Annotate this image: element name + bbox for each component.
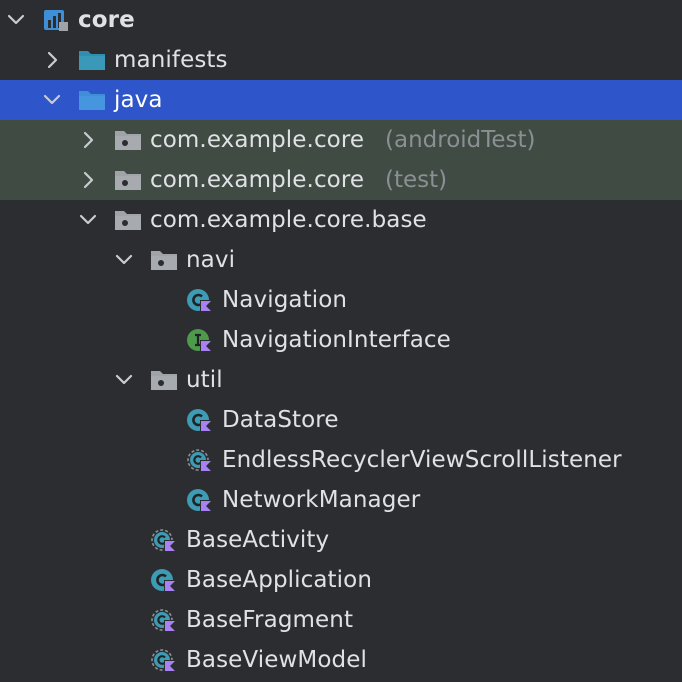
tree-node-package-android-test[interactable]: com.example.core (androidTest) [0,120,682,160]
package-icon [150,368,178,392]
tree-node-label: com.example.core.base [150,207,427,233]
source-set-suffix: (test) [385,167,448,193]
kotlin-class-icon [186,488,214,512]
tree-node-label: com.example.core [150,167,365,193]
folder-icon [78,48,106,72]
tree-node-base-application[interactable]: BaseApplication [0,560,682,600]
kotlin-abstract-class-icon [150,608,178,632]
chevron-right-icon[interactable] [42,50,62,70]
tree-node-label: BaseFragment [186,607,354,633]
tree-node-label: NetworkManager [222,487,421,513]
tree-node-navigation-interface[interactable]: NavigationInterface [0,320,682,360]
tree-node-label: Navigation [222,287,348,313]
tree-node-navigation[interactable]: Navigation [0,280,682,320]
tree-node-core[interactable]: core [0,0,682,40]
source-folder-icon [78,88,106,112]
tree-node-network-manager[interactable]: NetworkManager [0,480,682,520]
tree-node-label: navi [186,247,236,273]
tree-node-package-test[interactable]: com.example.core (test) [0,160,682,200]
tree-node-label: manifests [114,47,228,73]
package-icon [114,128,142,152]
kotlin-class-icon [150,568,178,592]
package-icon [150,248,178,272]
kotlin-class-icon [186,408,214,432]
package-icon [114,168,142,192]
tree-node-label: DataStore [222,407,339,433]
kotlin-interface-icon [186,328,214,352]
tree-node-label: com.example.core [150,127,365,153]
kotlin-abstract-class-icon [150,648,178,672]
module-icon [42,8,70,32]
tree-node-label: NavigationInterface [222,327,451,353]
tree-node-navi[interactable]: navi [0,240,682,280]
package-icon [114,208,142,232]
source-set-suffix: (androidTest) [385,127,536,153]
tree-node-label: EndlessRecyclerViewScrollListener [222,447,622,473]
chevron-right-icon[interactable] [78,170,98,190]
tree-node-label: BaseActivity [186,527,330,553]
tree-node-data-store[interactable]: DataStore [0,400,682,440]
tree-node-label: core [78,7,135,33]
chevron-down-icon[interactable] [6,10,26,30]
tree-node-base-view-model[interactable]: BaseViewModel [0,640,682,680]
tree-node-java[interactable]: java [0,80,682,120]
chevron-down-icon[interactable] [78,210,98,230]
tree-node-base-fragment[interactable]: BaseFragment [0,600,682,640]
tree-node-endless-recycler-view-scroll-listener[interactable]: EndlessRecyclerViewScrollListener [0,440,682,480]
tree-node-util[interactable]: util [0,360,682,400]
chevron-right-icon[interactable] [78,130,98,150]
kotlin-abstract-class-icon [186,448,214,472]
chevron-down-icon[interactable] [42,90,62,110]
project-tree: core manifests java com.example.core (an… [0,0,682,682]
tree-node-label: util [186,367,223,393]
kotlin-abstract-class-icon [150,528,178,552]
tree-node-package-base[interactable]: com.example.core.base [0,200,682,240]
tree-node-label: BaseViewModel [186,647,367,673]
kotlin-class-icon [186,288,214,312]
chevron-down-icon[interactable] [114,370,134,390]
tree-node-label: BaseApplication [186,567,373,593]
tree-node-manifests[interactable]: manifests [0,40,682,80]
chevron-down-icon[interactable] [114,250,134,270]
tree-node-base-activity[interactable]: BaseActivity [0,520,682,560]
tree-node-label: java [114,87,163,113]
